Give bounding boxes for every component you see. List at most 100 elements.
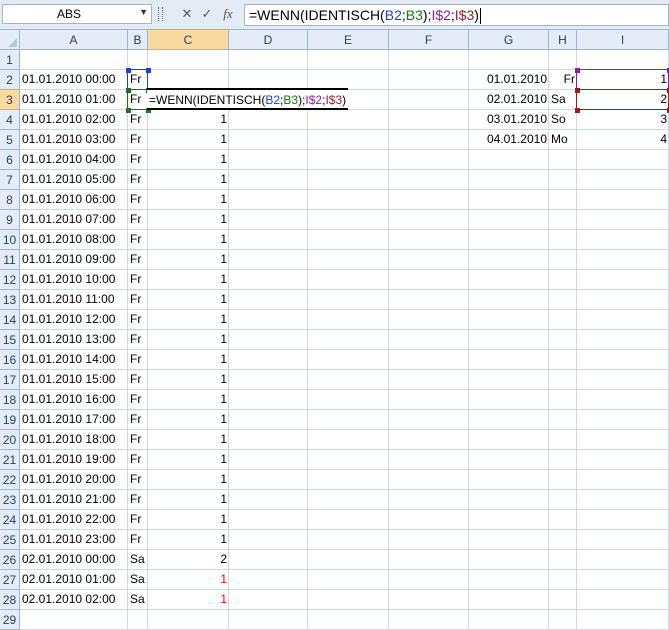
grid-cell[interactable] xyxy=(229,490,308,510)
row-header-5[interactable]: 5 xyxy=(0,130,20,150)
grid-cell[interactable] xyxy=(549,330,577,350)
row-header-28[interactable]: 28 xyxy=(0,590,20,610)
grid-cell[interactable] xyxy=(308,290,389,310)
cell-b25[interactable]: Fr xyxy=(128,530,148,550)
grid-cell[interactable] xyxy=(549,590,577,610)
column-header-b[interactable]: B xyxy=(128,30,148,50)
grid-cell[interactable] xyxy=(389,370,469,390)
cell-b3[interactable]: Fr xyxy=(128,90,148,110)
grid-cell[interactable] xyxy=(389,310,469,330)
grid-cell[interactable] xyxy=(229,350,308,370)
grid-cell[interactable] xyxy=(389,490,469,510)
row-header-26[interactable]: 26 xyxy=(0,550,20,570)
grid-cell[interactable] xyxy=(577,590,669,610)
cell-i4[interactable]: 3 xyxy=(577,110,669,130)
cell-a11[interactable]: 01.01.2010 09:00 xyxy=(20,250,128,270)
grid-cell[interactable] xyxy=(577,550,669,570)
grid-cell[interactable] xyxy=(308,50,389,70)
cell-a6[interactable]: 01.01.2010 04:00 xyxy=(20,150,128,170)
grid-cell[interactable] xyxy=(549,490,577,510)
grid-cell[interactable] xyxy=(229,390,308,410)
grid-cell[interactable] xyxy=(308,410,389,430)
grid-cell[interactable] xyxy=(577,350,669,370)
grid-cell[interactable] xyxy=(229,590,308,610)
grid-cell[interactable] xyxy=(229,250,308,270)
grid-cell[interactable] xyxy=(577,470,669,490)
grid-cell[interactable] xyxy=(577,570,669,590)
cell-b16[interactable]: Fr xyxy=(128,350,148,370)
grid-cell[interactable] xyxy=(389,590,469,610)
grid-cell[interactable] xyxy=(389,90,469,110)
cell-c17[interactable]: 1 xyxy=(148,370,229,390)
grid-cell[interactable] xyxy=(549,390,577,410)
grid-cell[interactable] xyxy=(549,150,577,170)
cell-a21[interactable]: 01.01.2010 19:00 xyxy=(20,450,128,470)
row-header-18[interactable]: 18 xyxy=(0,390,20,410)
grid-cell[interactable] xyxy=(577,370,669,390)
row-header-6[interactable]: 6 xyxy=(0,150,20,170)
grid-cell[interactable] xyxy=(577,310,669,330)
cell-c24[interactable]: 1 xyxy=(148,510,229,530)
grid-cell[interactable] xyxy=(389,50,469,70)
grid-cell[interactable] xyxy=(469,290,549,310)
cell-a28[interactable]: 02.01.2010 02:00 xyxy=(20,590,128,610)
grid-cell[interactable] xyxy=(577,150,669,170)
row-header-16[interactable]: 16 xyxy=(0,350,20,370)
cell-b8[interactable]: Fr xyxy=(128,190,148,210)
row-header-13[interactable]: 13 xyxy=(0,290,20,310)
column-header-g[interactable]: G xyxy=(469,30,549,50)
grid-cell[interactable] xyxy=(308,190,389,210)
grid-cell[interactable] xyxy=(229,130,308,150)
grid-cell[interactable] xyxy=(577,270,669,290)
grid-cell[interactable] xyxy=(577,410,669,430)
cell-h4[interactable]: So xyxy=(549,110,577,130)
grid-cell[interactable] xyxy=(389,130,469,150)
chevron-down-icon[interactable]: ▼ xyxy=(139,7,148,17)
grid-cell[interactable] xyxy=(549,310,577,330)
row-header-15[interactable]: 15 xyxy=(0,330,20,350)
grid-cell[interactable] xyxy=(389,290,469,310)
cell-a3[interactable]: 01.01.2010 01:00 xyxy=(20,90,128,110)
cell-b2[interactable]: Fr xyxy=(128,70,148,90)
cell-a22[interactable]: 01.01.2010 20:00 xyxy=(20,470,128,490)
cell-a12[interactable]: 01.01.2010 10:00 xyxy=(20,270,128,290)
cell-a17[interactable]: 01.01.2010 15:00 xyxy=(20,370,128,390)
grid-cell[interactable] xyxy=(229,110,308,130)
grid-cell[interactable] xyxy=(469,530,549,550)
cell-b15[interactable]: Fr xyxy=(128,330,148,350)
grid-cell[interactable] xyxy=(308,130,389,150)
name-box[interactable]: ABS ▼ xyxy=(2,4,152,24)
cell-c18[interactable]: 1 xyxy=(148,390,229,410)
cell-b21[interactable]: Fr xyxy=(128,450,148,470)
cell-h3[interactable]: Sa xyxy=(549,90,577,110)
row-header-25[interactable]: 25 xyxy=(0,530,20,550)
grid-cell[interactable] xyxy=(577,50,669,70)
grid-cell[interactable] xyxy=(549,530,577,550)
cell-a27[interactable]: 02.01.2010 01:00 xyxy=(20,570,128,590)
grid-cell[interactable] xyxy=(308,590,389,610)
column-header-d[interactable]: D xyxy=(229,30,308,50)
grid-cell[interactable] xyxy=(308,150,389,170)
grid-cell[interactable] xyxy=(229,370,308,390)
cell-c23[interactable]: 1 xyxy=(148,490,229,510)
grid-cell[interactable] xyxy=(577,610,669,630)
cell-c19[interactable]: 1 xyxy=(148,410,229,430)
cell-g2[interactable]: 01.01.2010 xyxy=(469,70,549,90)
grid-cell[interactable] xyxy=(469,450,549,470)
grid-cell[interactable] xyxy=(20,50,128,70)
cell-h2[interactable]: Fr xyxy=(549,70,577,90)
grid-cell[interactable] xyxy=(308,470,389,490)
grid-cell[interactable] xyxy=(229,550,308,570)
grid-cell[interactable] xyxy=(20,610,128,630)
cell-h5[interactable]: Mo xyxy=(549,130,577,150)
grid-cell[interactable] xyxy=(577,530,669,550)
row-header-21[interactable]: 21 xyxy=(0,450,20,470)
grid-cell[interactable] xyxy=(469,190,549,210)
grid-cell[interactable] xyxy=(469,150,549,170)
cell-a2[interactable]: 01.01.2010 00:00 xyxy=(20,70,128,90)
cell-b24[interactable]: Fr xyxy=(128,510,148,530)
cell-g4[interactable]: 03.01.2010 xyxy=(469,110,549,130)
grid-cell[interactable] xyxy=(308,510,389,530)
grid-cell[interactable] xyxy=(577,510,669,530)
grid-cell[interactable] xyxy=(308,310,389,330)
